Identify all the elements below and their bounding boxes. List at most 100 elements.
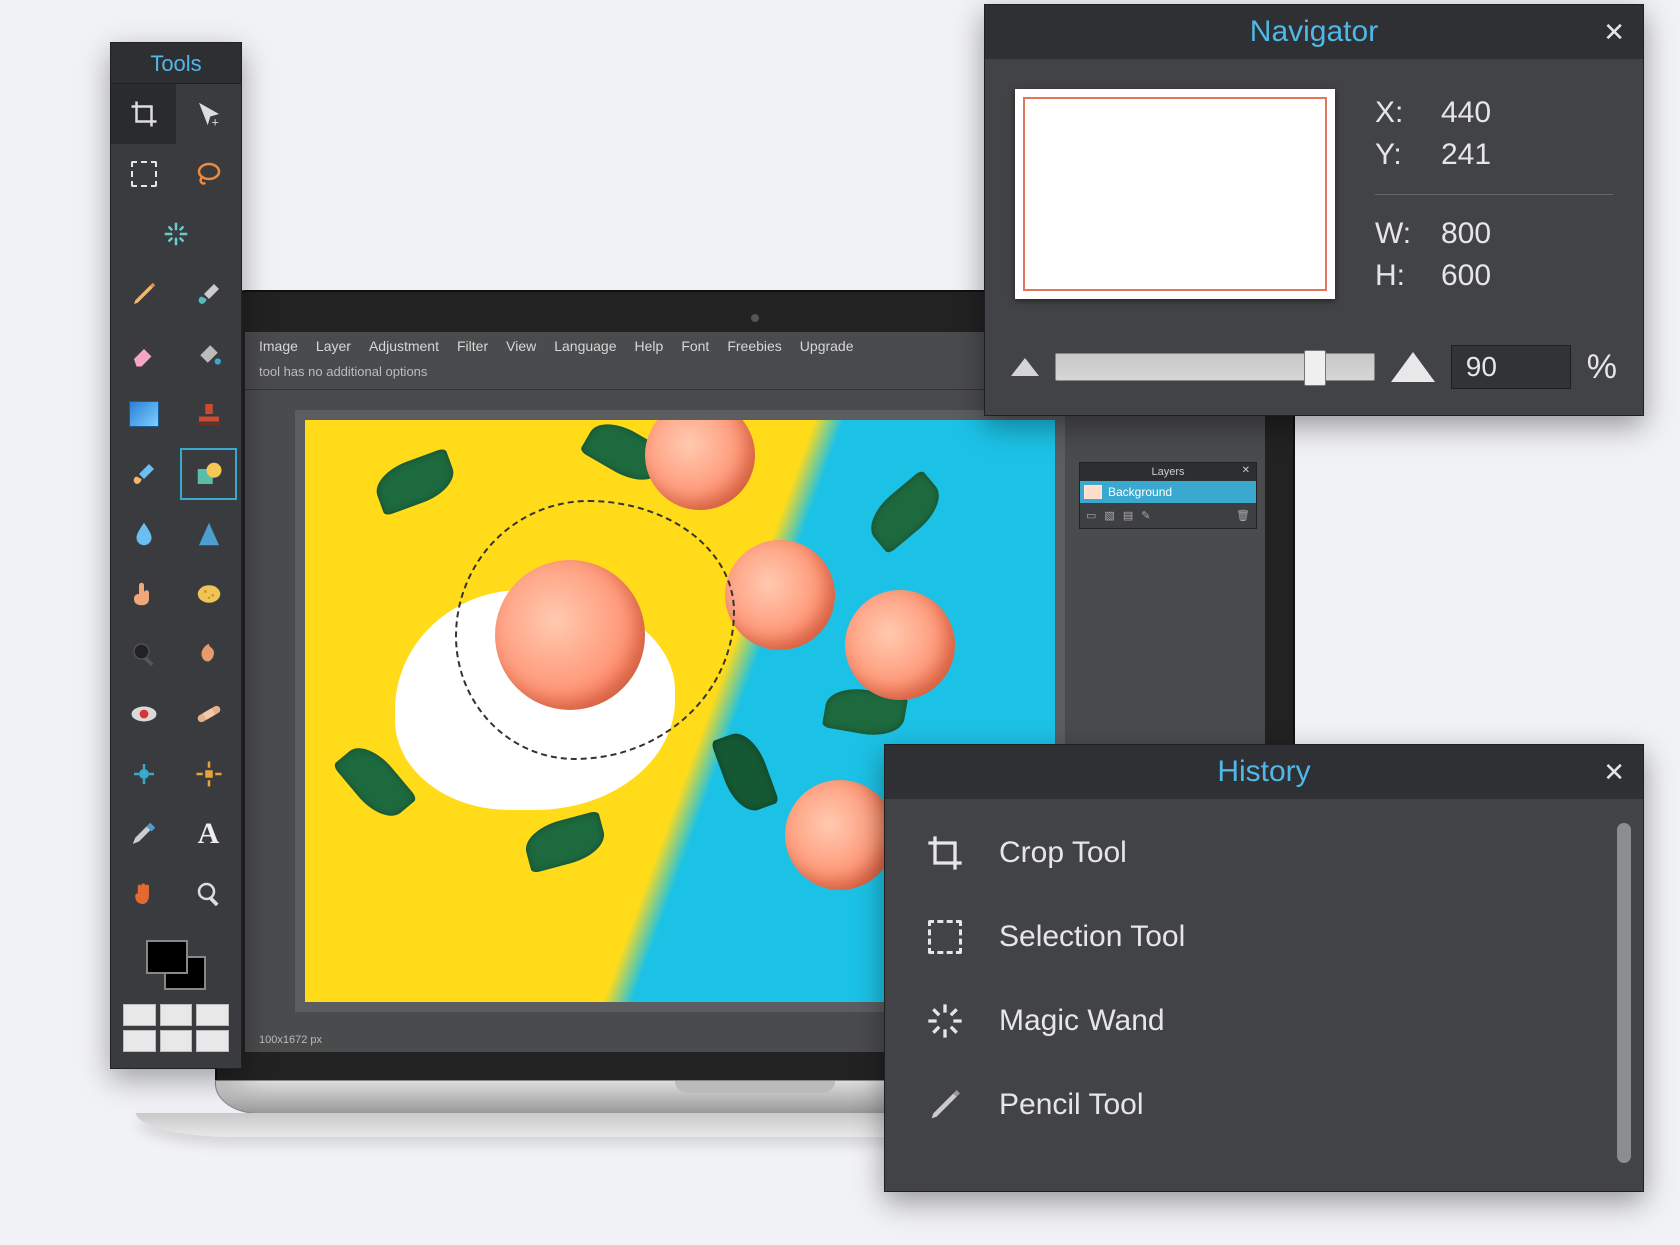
coord-y-label: Y: xyxy=(1375,138,1421,172)
tool-eraser[interactable] xyxy=(111,324,176,384)
menu-view[interactable]: View xyxy=(506,338,536,354)
close-icon[interactable]: ✕ xyxy=(1603,759,1625,785)
tool-zoom[interactable] xyxy=(176,864,241,924)
menu-help[interactable]: Help xyxy=(635,338,664,354)
layout-preset[interactable] xyxy=(160,1004,193,1026)
zoom-slider[interactable] xyxy=(1055,353,1375,381)
tools-panel[interactable]: Tools + xyxy=(110,42,242,1069)
close-icon[interactable]: ✕ xyxy=(1242,465,1250,476)
history-header: History ✕ xyxy=(885,745,1643,799)
layout-preset[interactable] xyxy=(160,1030,193,1052)
layout-preset[interactable] xyxy=(196,1030,229,1052)
layers-panel-title: Layers xyxy=(1151,466,1184,478)
navigator-panel[interactable]: Navigator ✕ X:440 Y:241 W:800 H:600 90 % xyxy=(984,4,1644,416)
layout-preset[interactable] xyxy=(123,1030,156,1052)
history-item-crop[interactable]: Crop Tool xyxy=(913,811,1603,895)
tool-text[interactable]: A xyxy=(176,804,241,864)
history-scrollbar[interactable] xyxy=(1617,823,1631,1163)
layout-preset[interactable] xyxy=(196,1004,229,1026)
history-item-pencil[interactable]: Pencil Tool xyxy=(913,1063,1603,1147)
tool-color-replace[interactable] xyxy=(111,444,176,504)
tool-gradient[interactable] xyxy=(111,384,176,444)
finger-icon xyxy=(129,579,159,609)
lasso-selection[interactable] xyxy=(455,500,735,760)
zoom-input[interactable]: 90 xyxy=(1451,345,1571,389)
tool-sponge[interactable] xyxy=(176,564,241,624)
tool-crop[interactable] xyxy=(111,84,176,144)
layers-toolbar: ▭ ▧ ▤ ✎ 🗑 xyxy=(1080,503,1256,528)
tool-lasso[interactable] xyxy=(176,144,241,204)
coord-h-value: 600 xyxy=(1441,259,1491,293)
zoom-slider-thumb[interactable] xyxy=(1304,350,1326,386)
tool-pinch[interactable] xyxy=(176,744,241,804)
trash-icon[interactable]: 🗑 xyxy=(1236,509,1250,522)
rose-icon xyxy=(725,540,835,650)
tool-red-eye[interactable] xyxy=(111,684,176,744)
menu-image[interactable]: Image xyxy=(259,338,298,354)
stamp-icon xyxy=(194,399,224,429)
bloat-icon xyxy=(129,759,159,789)
tool-brush[interactable] xyxy=(176,264,241,324)
magic-wand-icon xyxy=(923,999,967,1043)
svg-text:+: + xyxy=(211,116,218,130)
coord-h-label: H: xyxy=(1375,259,1421,293)
navigator-coords: X:440 Y:241 W:800 H:600 xyxy=(1375,96,1613,293)
layout-preset[interactable] xyxy=(123,1004,156,1026)
percent-label: % xyxy=(1587,348,1617,387)
menu-language[interactable]: Language xyxy=(554,338,616,354)
layers-panel[interactable]: Layers ✕ Background ▭ ▧ ▤ ✎ 🗑 xyxy=(1079,462,1257,529)
tool-paint-bucket[interactable] xyxy=(176,324,241,384)
tool-heal[interactable] xyxy=(176,684,241,744)
brush-icon xyxy=(194,279,224,309)
magic-wand-icon xyxy=(161,219,191,249)
tool-bloat[interactable] xyxy=(111,744,176,804)
eraser-icon xyxy=(129,339,159,369)
coord-x-label: X: xyxy=(1375,96,1421,130)
tool-magic-wand[interactable] xyxy=(111,204,241,264)
menu-layer[interactable]: Layer xyxy=(316,338,351,354)
tool-dodge[interactable] xyxy=(111,624,176,684)
menu-font[interactable]: Font xyxy=(681,338,709,354)
tool-burn[interactable] xyxy=(176,624,241,684)
history-title: History xyxy=(1217,755,1310,788)
tool-smudge[interactable] xyxy=(111,564,176,624)
layer-row[interactable]: Background xyxy=(1080,481,1256,503)
layer-tool-icon[interactable]: ▤ xyxy=(1123,509,1133,522)
menu-filter[interactable]: Filter xyxy=(457,338,488,354)
layer-name: Background xyxy=(1108,485,1172,499)
sponge-icon xyxy=(194,579,224,609)
navigator-preview[interactable] xyxy=(1015,89,1335,299)
tool-pencil[interactable] xyxy=(111,264,176,324)
menu-adjustment[interactable]: Adjustment xyxy=(369,338,439,354)
magnifier-icon xyxy=(194,879,224,909)
layer-tool-icon[interactable]: ▭ xyxy=(1086,509,1096,522)
zoom-out-icon[interactable] xyxy=(1011,358,1039,376)
layer-tool-icon[interactable]: ▧ xyxy=(1104,509,1114,522)
history-panel[interactable]: History ✕ Crop Tool Selection Tool Magic… xyxy=(884,744,1644,1192)
eye-icon xyxy=(129,699,159,729)
foreground-color-swatch[interactable] xyxy=(146,940,188,974)
tool-sharpen[interactable] xyxy=(176,504,241,564)
color-swatches[interactable] xyxy=(111,924,241,994)
coord-w-value: 800 xyxy=(1441,217,1491,251)
menu-freebies[interactable]: Freebies xyxy=(727,338,781,354)
close-icon[interactable]: ✕ xyxy=(1603,19,1625,45)
tool-shape[interactable] xyxy=(176,444,241,504)
zoom-in-icon[interactable] xyxy=(1391,352,1435,382)
leaf-icon xyxy=(711,727,780,817)
rose-icon xyxy=(645,420,755,510)
crop-icon xyxy=(129,99,159,129)
history-item-magic-wand[interactable]: Magic Wand xyxy=(913,979,1603,1063)
menu-upgrade[interactable]: Upgrade xyxy=(800,338,854,354)
history-item-selection[interactable]: Selection Tool xyxy=(913,895,1603,979)
eyedropper-icon xyxy=(129,819,159,849)
history-item-label: Crop Tool xyxy=(999,836,1127,870)
tool-blur[interactable] xyxy=(111,504,176,564)
layer-tool-icon[interactable]: ✎ xyxy=(1141,509,1150,522)
tool-marquee[interactable] xyxy=(111,144,176,204)
tool-eyedropper[interactable] xyxy=(111,804,176,864)
history-item-label: Magic Wand xyxy=(999,1004,1165,1038)
tool-hand[interactable] xyxy=(111,864,176,924)
tool-clone-stamp[interactable] xyxy=(176,384,241,444)
tool-move[interactable]: + xyxy=(176,84,241,144)
